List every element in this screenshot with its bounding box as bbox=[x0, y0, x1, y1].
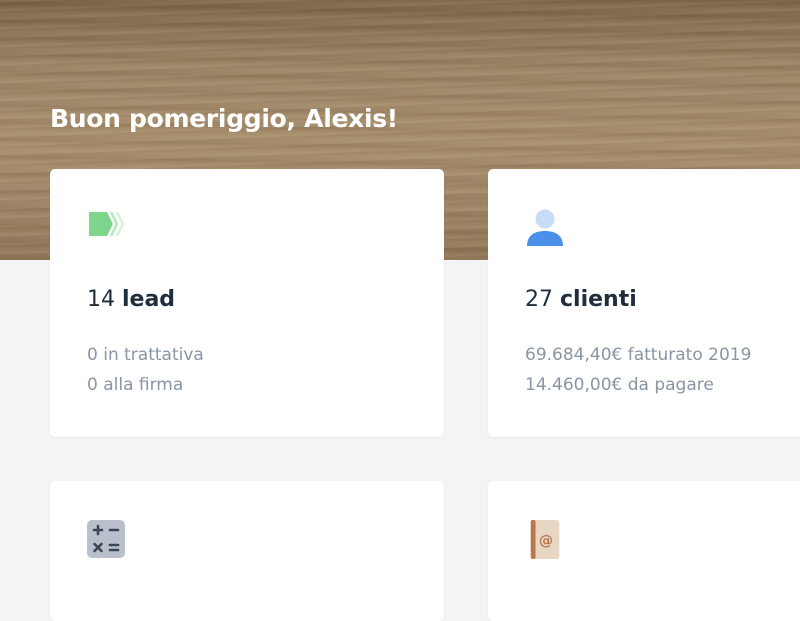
leads-label: lead bbox=[122, 287, 176, 312]
leads-signature-stat: 0 alla firma bbox=[87, 375, 184, 395]
leads-negotiation-stat: 0 in trattativa bbox=[87, 345, 204, 365]
clients-title: 27 clienti bbox=[525, 287, 637, 312]
leads-title: 14 lead bbox=[87, 287, 175, 312]
accounting-card[interactable] bbox=[50, 481, 444, 621]
clients-due-stat: 14.460,00€ da pagare bbox=[525, 375, 714, 395]
calculator-icon bbox=[87, 520, 129, 560]
clients-label: clienti bbox=[560, 287, 637, 312]
clients-count: 27 bbox=[525, 287, 553, 312]
svg-text:@: @ bbox=[539, 533, 553, 549]
clients-card[interactable]: 27 clienti 69.684,40€ fatturato 2019 14.… bbox=[488, 169, 800, 437]
greeting-heading: Buon pomeriggio, Alexis! bbox=[50, 104, 398, 133]
lead-tag-icon bbox=[87, 208, 129, 248]
clients-revenue-stat: 69.684,40€ fatturato 2019 bbox=[525, 345, 752, 365]
user-icon bbox=[525, 208, 567, 248]
leads-card[interactable]: 14 lead 0 in trattativa 0 alla firma bbox=[50, 169, 444, 437]
contacts-card[interactable]: @ bbox=[488, 481, 800, 621]
leads-count: 14 bbox=[87, 287, 115, 312]
address-book-icon: @ bbox=[525, 520, 567, 560]
